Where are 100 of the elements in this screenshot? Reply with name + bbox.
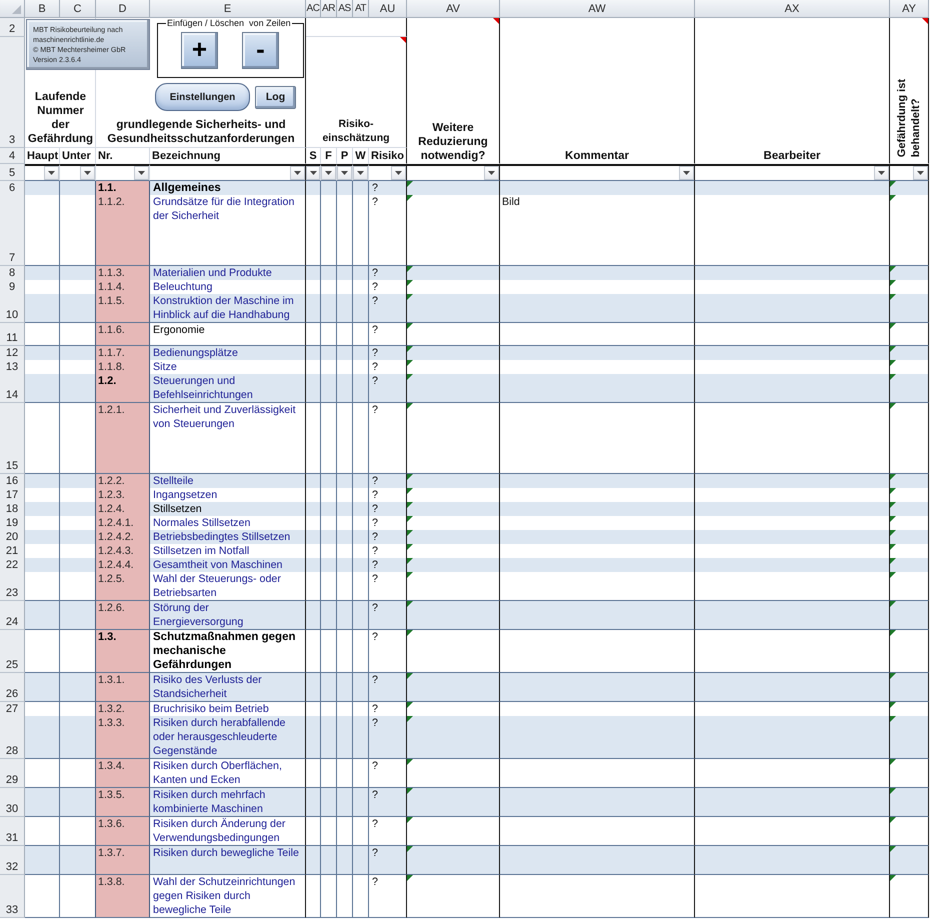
row-header[interactable]: 4 bbox=[0, 148, 25, 164]
row-header[interactable]: 24 bbox=[0, 601, 25, 630]
caret-down-icon bbox=[310, 171, 316, 175]
item-number-cell: 1.3. bbox=[96, 630, 150, 673]
column-heading: Bearbeiter bbox=[764, 149, 820, 163]
row-header[interactable]: 16 bbox=[0, 474, 25, 489]
row-header[interactable]: 14 bbox=[0, 374, 25, 403]
row-header[interactable]: 2 bbox=[0, 18, 25, 37]
row-header[interactable]: 5 bbox=[0, 164, 25, 181]
filter-dropdown-button[interactable] bbox=[134, 166, 149, 180]
row-header[interactable]: 32 bbox=[0, 846, 25, 875]
column-header[interactable]: C bbox=[60, 0, 96, 18]
column-header[interactable]: AV bbox=[407, 0, 500, 18]
item-number-cell: 1.3.2. bbox=[96, 702, 150, 717]
requirement-link-cell[interactable]: Wahl der Schutzeinrichtungen gegen Risiken durch bewegliche Teile bbox=[150, 875, 306, 918]
log-button[interactable]: Log bbox=[255, 86, 296, 108]
row-header[interactable]: 11 bbox=[0, 323, 25, 346]
item-number-cell: 1.3.4. bbox=[96, 759, 150, 788]
corner-triangle-icon bbox=[12, 5, 21, 14]
row-header[interactable]: 9 bbox=[0, 280, 25, 295]
column-subheading: P bbox=[340, 148, 348, 162]
filter-dropdown-button[interactable] bbox=[306, 166, 320, 180]
row-header[interactable]: 19 bbox=[0, 516, 25, 531]
column-heading: Risiko- einschätzung bbox=[322, 117, 390, 145]
column-header[interactable]: B bbox=[25, 0, 60, 18]
item-number-cell: 1.2.4.2. bbox=[96, 530, 150, 545]
column-subheading: F bbox=[325, 148, 332, 162]
column-subheading: Haupt bbox=[27, 148, 58, 162]
table-cell bbox=[321, 875, 337, 918]
row-header[interactable]: 29 bbox=[0, 759, 25, 788]
filter-dropdown-button[interactable] bbox=[290, 166, 305, 180]
column-header[interactable]: AX bbox=[695, 0, 890, 18]
filter-dropdown-button[interactable] bbox=[337, 166, 352, 180]
table-cell bbox=[306, 875, 321, 918]
column-subheading: Unter bbox=[62, 148, 91, 162]
column-heading: Weitere Reduzierung notwendig? bbox=[418, 121, 488, 163]
filter-dropdown-button[interactable] bbox=[484, 166, 499, 180]
row-header[interactable]: 6 bbox=[0, 181, 25, 196]
row-header[interactable]: 31 bbox=[0, 817, 25, 846]
risk-cell: ? bbox=[369, 875, 407, 918]
item-number-cell: 1.1.2. bbox=[96, 195, 150, 266]
row-header[interactable]: 18 bbox=[0, 502, 25, 517]
row-header[interactable]: 10 bbox=[0, 294, 25, 323]
column-subheading: Bezeichnung bbox=[152, 148, 220, 162]
column-header[interactable]: AS bbox=[337, 0, 353, 18]
table-cell bbox=[353, 875, 369, 918]
column-header[interactable]: E bbox=[150, 0, 306, 18]
row-header[interactable]: 26 bbox=[0, 673, 25, 702]
filter-dropdown-button[interactable] bbox=[913, 166, 928, 180]
filter-dropdown-button[interactable] bbox=[44, 166, 59, 180]
column-header[interactable]: AW bbox=[500, 0, 695, 18]
column-header[interactable]: AY bbox=[890, 0, 929, 18]
column-header[interactable]: AC bbox=[306, 0, 321, 18]
row-header[interactable]: 8 bbox=[0, 266, 25, 281]
filter-dropdown-button[interactable] bbox=[679, 166, 694, 180]
row-header[interactable]: 15 bbox=[0, 403, 25, 474]
row-header[interactable]: 20 bbox=[0, 530, 25, 545]
item-number-cell: 1.1. bbox=[96, 181, 150, 196]
row-header[interactable]: 33 bbox=[0, 875, 25, 918]
caret-down-icon bbox=[878, 171, 885, 175]
row-header[interactable]: 3 bbox=[0, 37, 25, 148]
caret-down-icon bbox=[84, 171, 91, 175]
filter-dropdown-button[interactable] bbox=[391, 166, 406, 180]
item-number-cell: 1.1.5. bbox=[96, 294, 150, 323]
filter-dropdown-button[interactable] bbox=[874, 166, 889, 180]
filter-dropdown-button[interactable] bbox=[321, 166, 336, 180]
row-header[interactable]: 12 bbox=[0, 346, 25, 361]
item-number-cell: 1.1.7. bbox=[96, 346, 150, 361]
column-subheading: S bbox=[309, 148, 317, 162]
item-number-cell: 1.2.6. bbox=[96, 601, 150, 630]
row-header[interactable]: 28 bbox=[0, 716, 25, 759]
row-header[interactable]: 22 bbox=[0, 558, 25, 573]
item-number-cell: 1.2.1. bbox=[96, 403, 150, 474]
row-header[interactable]: 23 bbox=[0, 572, 25, 601]
caret-down-icon bbox=[488, 171, 495, 175]
column-heading: Kommentar bbox=[565, 149, 629, 163]
row-header[interactable]: 25 bbox=[0, 630, 25, 673]
insert-row-button[interactable]: + bbox=[181, 32, 218, 69]
filter-dropdown-button[interactable] bbox=[80, 166, 95, 180]
column-header[interactable]: D bbox=[96, 0, 150, 18]
row-header[interactable]: 30 bbox=[0, 788, 25, 817]
column-header[interactable]: AT bbox=[353, 0, 369, 18]
column-subheading: Risiko bbox=[371, 148, 404, 162]
caret-down-icon bbox=[917, 171, 924, 175]
column-header[interactable]: AR bbox=[321, 0, 337, 18]
item-number-cell: 1.3.1. bbox=[96, 673, 150, 702]
settings-button[interactable]: Einstellungen bbox=[155, 83, 250, 111]
column-header[interactable]: AU bbox=[369, 0, 407, 18]
row-header[interactable]: 27 bbox=[0, 702, 25, 717]
row-header[interactable]: 7 bbox=[0, 195, 25, 266]
filter-dropdown-button[interactable] bbox=[353, 166, 368, 180]
row-header[interactable]: 13 bbox=[0, 360, 25, 375]
delete-row-button[interactable]: - bbox=[242, 32, 279, 69]
caret-down-icon bbox=[138, 171, 145, 175]
table-cell bbox=[337, 875, 353, 918]
row-header[interactable]: 17 bbox=[0, 488, 25, 503]
caret-down-icon bbox=[341, 171, 348, 175]
column-heading: grundlegende Sicherheits- und Gesundheitsschutzanforderungen bbox=[107, 118, 295, 146]
row-header[interactable]: 21 bbox=[0, 544, 25, 559]
item-number-cell: 1.2. bbox=[96, 374, 150, 403]
